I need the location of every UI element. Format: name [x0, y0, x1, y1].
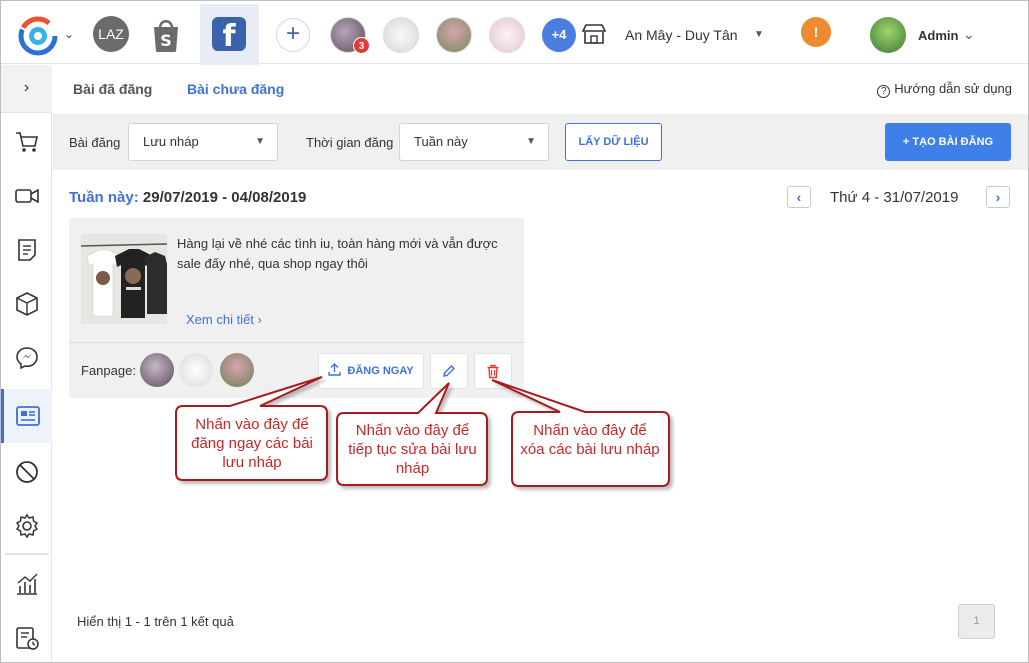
document-icon	[17, 239, 36, 261]
tab-posted[interactable]: Bài đã đăng	[73, 81, 152, 97]
schedule-icon	[15, 627, 39, 650]
current-date: Thứ 4 - 31/07/2019	[830, 189, 959, 206]
pencil-icon	[443, 365, 455, 377]
warning-icon[interactable]: !	[801, 17, 831, 47]
caret-down-icon[interactable]: ▼	[754, 29, 764, 40]
post-tabs: Bài đã đăng Bài chưa đăng ? Hướng dẫn sử …	[53, 65, 1028, 113]
post-now-label: ĐĂNG NGAY	[347, 365, 414, 377]
plus-icon: +	[902, 136, 913, 148]
block-icon	[15, 461, 38, 483]
caret-down-icon: ▼	[526, 136, 536, 147]
fanpage-avatar[interactable]	[383, 17, 419, 53]
prev-day-button[interactable]: ‹	[787, 186, 811, 208]
sidebar-divider	[5, 553, 49, 555]
notification-badge: 3	[353, 37, 370, 54]
callout-delete-text: Nhấn vào đây để xóa các bài lưu nháp	[520, 422, 660, 458]
post-type-label: Bài đăng	[69, 135, 121, 150]
post-type-select[interactable]: Lưu nháp ▼	[128, 123, 278, 161]
draft-post-card: Hàng lại về nhé các tình iu, toàn hàng m…	[69, 218, 524, 398]
fanpage-label: Fanpage:	[81, 363, 136, 378]
gear-icon	[15, 513, 38, 539]
sidebar: ›	[1, 65, 52, 662]
callout-post-now-text: Nhấn vào đây để đăng ngay các bài lưu nh…	[191, 416, 313, 471]
question-icon: ?	[877, 85, 891, 98]
sidebar-item-cart[interactable]	[1, 115, 52, 169]
page-button[interactable]: 1	[958, 604, 995, 639]
facebook-icon: f	[212, 17, 246, 54]
post-type-value: Lưu nháp	[143, 134, 199, 149]
sidebar-expand-icon[interactable]: ›	[1, 65, 52, 113]
week-dates: 29/07/2019 - 04/08/2019	[142, 189, 307, 206]
callout-edit-text: Nhấn vào đây để tiếp tục sửa bài lưu nhá…	[348, 422, 477, 477]
tshirt-photo	[81, 234, 167, 324]
sidebar-item-settings[interactable]	[1, 499, 52, 553]
fanpage-avatar[interactable]	[489, 17, 525, 53]
delete-post-button[interactable]	[474, 353, 512, 389]
caret-down-icon: ▼	[255, 136, 265, 147]
sidebar-item-posts[interactable]	[1, 389, 52, 443]
fanpage-avatar	[220, 353, 254, 387]
tab-draft[interactable]: Bài chưa đăng	[187, 81, 284, 97]
week-label: Tuần này:	[69, 189, 139, 206]
help-link[interactable]: ? Hướng dẫn sử dụng	[877, 81, 1012, 98]
next-day-button[interactable]: ›	[986, 186, 1010, 208]
see-more-link[interactable]: Xem chi tiết ›	[186, 312, 262, 327]
trash-icon	[487, 364, 499, 378]
chevron-down-icon[interactable]: ⌄	[963, 26, 975, 43]
app-logo-icon[interactable]	[18, 16, 58, 56]
post-time-select[interactable]: Tuần này ▼	[399, 123, 549, 161]
messenger-icon	[15, 347, 38, 370]
upload-icon	[328, 363, 342, 376]
fanpage-avatar	[179, 353, 213, 387]
box-icon	[15, 292, 38, 316]
sidebar-item-products[interactable]	[1, 277, 52, 331]
shopee-bag-icon[interactable]: S	[149, 15, 183, 55]
post-content: Hàng lại về nhé các tình iu, toàn hàng m…	[177, 236, 498, 271]
sidebar-item-video[interactable]	[1, 169, 52, 223]
help-link-label: Hướng dẫn sử dụng	[894, 81, 1012, 96]
add-channel-button[interactable]: +	[276, 18, 310, 52]
create-post-button[interactable]: + TẠO BÀI ĐĂNG	[885, 123, 1011, 161]
fetch-data-button[interactable]: LẤY DỮ LIỆU	[565, 123, 662, 161]
user-name[interactable]: Admin	[918, 28, 958, 43]
post-time-value: Tuần này	[414, 134, 468, 149]
fanpage-avatar	[140, 353, 174, 387]
fanpage-avatar[interactable]	[436, 17, 472, 53]
store-selector[interactable]: An Mây - Duy Tân	[625, 27, 738, 43]
post-thumbnail[interactable]	[81, 234, 167, 324]
week-range: Tuần này: 29/07/2019 - 04/08/2019	[69, 189, 306, 206]
sidebar-item-reports[interactable]	[1, 557, 52, 611]
more-pages-button[interactable]: +4	[542, 18, 576, 52]
card-divider	[69, 342, 524, 343]
chevron-right-icon: ›	[253, 312, 262, 327]
store-icon	[581, 24, 607, 44]
cart-icon	[15, 132, 38, 152]
post-time-label: Thời gian đăng	[306, 135, 394, 150]
filter-bar: Bài đăng Lưu nháp ▼ Thời gian đăng Tuần …	[53, 114, 1028, 170]
sidebar-item-messenger[interactable]	[1, 331, 52, 385]
create-post-label: TẠO BÀI ĐĂNG	[912, 136, 994, 148]
edit-post-button[interactable]	[430, 353, 468, 389]
user-avatar[interactable]	[870, 17, 906, 53]
lazada-channel[interactable]: LAZ	[93, 16, 129, 52]
sidebar-item-blocked[interactable]	[1, 445, 52, 499]
sidebar-item-notes[interactable]	[1, 223, 52, 277]
see-more-label: Xem chi tiết	[186, 312, 254, 327]
video-icon	[14, 188, 39, 204]
svg-text:S: S	[160, 31, 172, 50]
result-count: Hiển thị 1 - 1 trên 1 kết quả	[77, 614, 234, 629]
facebook-channel[interactable]: f	[200, 4, 259, 65]
post-now-button[interactable]: ĐĂNG NGAY	[318, 353, 424, 389]
post-card-icon	[16, 406, 40, 426]
chart-icon	[16, 573, 37, 595]
sidebar-item-history[interactable]	[1, 611, 52, 663]
chevron-down-icon[interactable]: ⌄	[64, 27, 74, 41]
top-bar: ⌄ LAZ S f + 3 +4 An Mây - Duy Tân ▼ ! Ad…	[1, 1, 1028, 65]
